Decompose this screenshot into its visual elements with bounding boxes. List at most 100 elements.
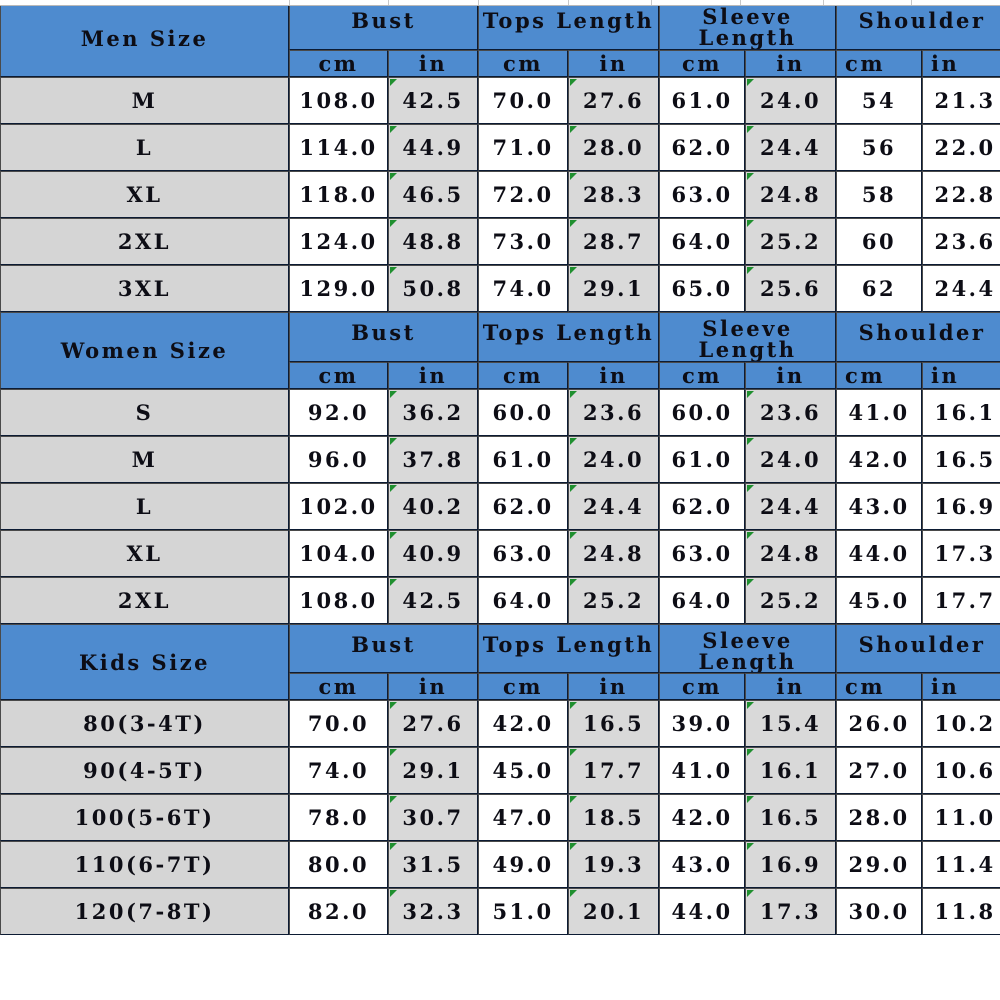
- section-title-women: Women Size: [0, 311, 289, 389]
- value-tops-length-cm: 62.0: [478, 482, 569, 530]
- value-sleeve-in: 25.6: [745, 264, 837, 312]
- value-bust-cm: 104.0: [289, 529, 388, 577]
- value-bust-in: 44.9: [388, 123, 479, 171]
- unit-header-tops-length-in: in: [568, 49, 660, 77]
- unit-header-sleeve-length-cm: cm: [659, 673, 746, 701]
- section-title-kids: Kids Size: [0, 623, 289, 701]
- value-bust-in: 50.8: [388, 264, 479, 312]
- value-shoulder-cm: 56: [836, 123, 923, 171]
- unit-header-tops-length-cm: cm: [478, 361, 569, 389]
- value-shoulder-cm: 27.0: [836, 747, 923, 795]
- unit-header-tops-length-cm: cm: [478, 673, 569, 701]
- measurement-header-tops-length: Tops Length: [478, 623, 660, 674]
- unit-header-tops-length-in: in: [568, 361, 660, 389]
- table-row: 90(4-5T) 74.0 29.1 45.0 17.7 41.0 16.1 27.0 10.6: [0, 747, 1000, 795]
- value-sleeve-in: 25.2: [745, 217, 837, 265]
- value-bust-cm: 129.0: [289, 264, 388, 312]
- value-bust-in: 40.9: [388, 529, 479, 577]
- value-sleeve-in: 15.4: [745, 700, 837, 748]
- value-bust-cm: 92.0: [289, 388, 388, 436]
- value-shoulder-in: 17.7: [922, 576, 1000, 624]
- value-shoulder-in: 11.0: [922, 794, 1000, 842]
- value-sleeve-in: 24.8: [745, 170, 837, 218]
- section-header-group-row: Kids Size Bust Tops Length Sleeve Length Shou…: [0, 623, 1000, 701]
- value-sleeve-in: 17.3: [745, 888, 837, 936]
- table-row: M 108.0 42.5 70.0 27.6 61.0 24.0 54 21.3: [0, 76, 1000, 124]
- size-label-cell: XL: [0, 529, 289, 577]
- value-bust-in: 37.8: [388, 435, 479, 483]
- value-bust-in: 31.5: [388, 841, 479, 889]
- value-shoulder-in: 21.3: [922, 76, 1000, 124]
- value-bust-cm: 108.0: [289, 76, 388, 124]
- value-bust-in: 32.3: [388, 888, 479, 936]
- value-shoulder-cm: 43.0: [836, 482, 923, 530]
- value-shoulder-in: 24.4: [922, 264, 1000, 312]
- value-tops-length-cm: 74.0: [478, 264, 569, 312]
- sleeve-label-line2-clipped: Length: [698, 337, 797, 362]
- size-label-cell: 90(4-5T): [0, 747, 289, 795]
- value-shoulder-in: 16.5: [922, 435, 1000, 483]
- table-row: 2XL 108.0 42.5 64.0 25.2 64.0 25.2 45.0 17.7: [0, 576, 1000, 624]
- unit-header-shoulder-cm: cm: [836, 673, 923, 701]
- value-sleeve-in: 24.0: [745, 76, 837, 124]
- size-label-cell: 2XL: [0, 576, 289, 624]
- value-sleeve-cm: 63.0: [659, 170, 746, 218]
- value-bust-cm: 118.0: [289, 170, 388, 218]
- unit-header-sleeve-length-cm: cm: [659, 361, 746, 389]
- measurement-header-tops-length: Tops Length: [478, 0, 660, 50]
- value-tops-length-cm: 42.0: [478, 700, 569, 748]
- value-sleeve-cm: 65.0: [659, 264, 746, 312]
- value-sleeve-cm: 41.0: [659, 747, 746, 795]
- value-sleeve-cm: 63.0: [659, 529, 746, 577]
- value-shoulder-cm: 62: [836, 264, 923, 312]
- value-shoulder-in: 11.4: [922, 841, 1000, 889]
- value-shoulder-cm: 41.0: [836, 388, 923, 436]
- table-row: M 96.0 37.8 61.0 24.0 61.0 24.0 42.0 16.5: [0, 435, 1000, 483]
- value-tops-length-in: 16.5: [568, 700, 660, 748]
- value-shoulder-cm: 42.0: [836, 435, 923, 483]
- value-tops-length-in: 28.3: [568, 170, 660, 218]
- measurement-header-sleeve-length: Sleeve Length: [659, 311, 837, 362]
- value-sleeve-in: 23.6: [745, 388, 837, 436]
- table-row: 3XL 129.0 50.8 74.0 29.1 65.0 25.6 62 24.4: [0, 264, 1000, 312]
- table-row: XL 104.0 40.9 63.0 24.8 63.0 24.8 44.0 17.3: [0, 529, 1000, 577]
- value-bust-in: 36.2: [388, 388, 479, 436]
- table-row: L 102.0 40.2 62.0 24.4 62.0 24.4 43.0 16.9: [0, 482, 1000, 530]
- table-row: 100(5-6T) 78.0 30.7 47.0 18.5 42.0 16.5 28.0 11.…: [0, 794, 1000, 842]
- value-tops-length-in: 17.7: [568, 747, 660, 795]
- value-shoulder-in: 23.6: [922, 217, 1000, 265]
- value-tops-length-in: 28.0: [568, 123, 660, 171]
- value-sleeve-cm: 42.0: [659, 794, 746, 842]
- measurement-header-bust: Bust: [289, 623, 479, 674]
- value-bust-cm: 108.0: [289, 576, 388, 624]
- unit-header-sleeve-length-in: in: [745, 49, 837, 77]
- unit-header-bust-in: in: [388, 673, 479, 701]
- value-tops-length-cm: 72.0: [478, 170, 569, 218]
- value-sleeve-cm: 43.0: [659, 841, 746, 889]
- value-tops-length-cm: 51.0: [478, 888, 569, 936]
- value-sleeve-cm: 61.0: [659, 435, 746, 483]
- sleeve-label-line2-clipped: Length: [698, 25, 797, 50]
- size-label-cell: M: [0, 76, 289, 124]
- table-row: 80(3-4T) 70.0 27.6 42.0 16.5 39.0 15.4 26.0 10.2: [0, 700, 1000, 748]
- value-sleeve-cm: 44.0: [659, 888, 746, 936]
- unit-header-bust-in: in: [388, 361, 479, 389]
- value-shoulder-cm: 44.0: [836, 529, 923, 577]
- value-bust-cm: 80.0: [289, 841, 388, 889]
- value-tops-length-in: 28.7: [568, 217, 660, 265]
- table-row: XL 118.0 46.5 72.0 28.3 63.0 24.8 58 22.8: [0, 170, 1000, 218]
- value-bust-cm: 124.0: [289, 217, 388, 265]
- value-sleeve-cm: 64.0: [659, 576, 746, 624]
- value-shoulder-in: 17.3: [922, 529, 1000, 577]
- value-bust-in: 30.7: [388, 794, 479, 842]
- value-tops-length-in: 19.3: [568, 841, 660, 889]
- value-tops-length-cm: 49.0: [478, 841, 569, 889]
- value-sleeve-cm: 39.0: [659, 700, 746, 748]
- value-shoulder-cm: 26.0: [836, 700, 923, 748]
- section-header-group-row: Women Size Bust Tops Length Sleeve Length Sho…: [0, 311, 1000, 389]
- value-sleeve-in: 25.2: [745, 576, 837, 624]
- size-chart-table: Men Size Bust Tops Length Sleeve Length Shoul…: [0, 0, 1000, 936]
- unit-header-bust-cm: cm: [289, 361, 388, 389]
- unit-header-shoulder-cm: cm: [836, 49, 923, 77]
- value-shoulder-cm: 58: [836, 170, 923, 218]
